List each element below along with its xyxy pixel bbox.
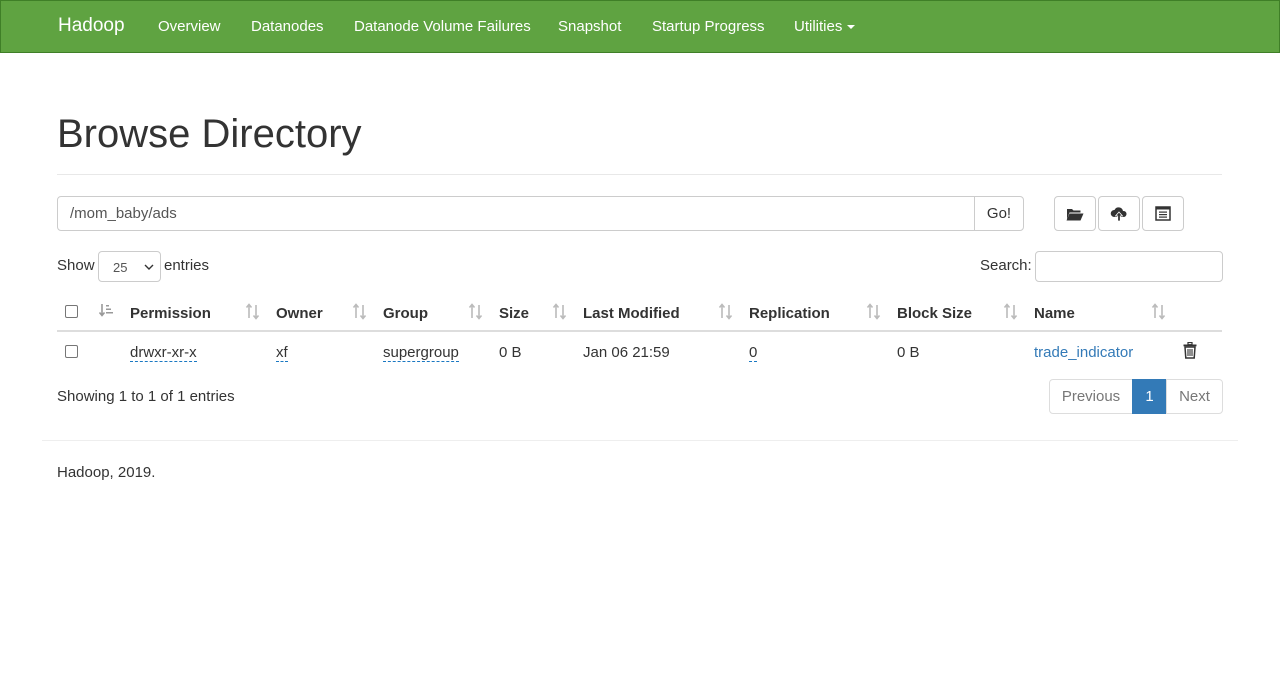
list-alt-icon: [1155, 206, 1171, 221]
sort-both-icon[interactable]: [718, 303, 734, 320]
sort-both-icon[interactable]: [552, 303, 568, 320]
column-header-block-size[interactable]: Block Size: [897, 305, 972, 322]
show-label: Show: [57, 257, 95, 274]
nav-startup-progress[interactable]: Startup Progress: [652, 18, 765, 35]
cut-paste-button[interactable]: [1142, 196, 1184, 231]
directory-path-input[interactable]: /mom_baby/ads: [57, 196, 975, 231]
footer-text: Hadoop, 2019.: [57, 464, 156, 481]
sort-both-icon[interactable]: [245, 303, 261, 320]
column-header-owner[interactable]: Owner: [276, 305, 323, 322]
brand-link[interactable]: Hadoop: [58, 15, 125, 37]
cell-replication[interactable]: 0: [749, 344, 758, 362]
cell-block-size: 0 B: [897, 344, 920, 361]
cloud-upload-icon: [1110, 206, 1127, 221]
cell-name-link[interactable]: trade_indicator: [1034, 344, 1133, 361]
sort-both-icon[interactable]: [1003, 303, 1019, 320]
nav-snapshot[interactable]: Snapshot: [558, 18, 621, 35]
caret-down-icon: [847, 25, 856, 30]
nav-datanodes[interactable]: Datanodes: [251, 18, 324, 35]
column-header-size[interactable]: Size: [499, 305, 529, 322]
row-checkbox[interactable]: [65, 345, 78, 358]
folder-open-icon: [1066, 208, 1084, 220]
select-all-checkbox[interactable]: [65, 305, 78, 318]
top-navbar: Hadoop Overview Datanodes Datanode Volum…: [0, 0, 1280, 53]
column-header-group[interactable]: Group: [383, 305, 428, 322]
nav-utilities-dropdown[interactable]: Utilities: [794, 18, 856, 35]
pagination-next[interactable]: Next: [1166, 379, 1223, 414]
column-header-last-modified[interactable]: Last Modified: [583, 305, 680, 322]
page-title: Browse Directory: [57, 112, 362, 156]
nav-overview[interactable]: Overview: [158, 18, 221, 35]
trash-icon[interactable]: [1183, 342, 1197, 359]
search-input[interactable]: [1035, 251, 1223, 282]
footer-divider: [42, 440, 1238, 441]
table-info: Showing 1 to 1 of 1 entries: [57, 388, 235, 405]
nav-datanode-volume-failures[interactable]: Datanode Volume Failures: [354, 18, 531, 35]
page-length-select[interactable]: 25: [98, 251, 161, 282]
cell-last-modified: Jan 06 21:59: [583, 344, 670, 361]
pagination-page-1[interactable]: 1: [1132, 379, 1167, 414]
sort-both-icon[interactable]: [468, 303, 484, 320]
cell-size: 0 B: [499, 344, 522, 361]
chevron-down-icon: [144, 264, 154, 270]
pagination-previous[interactable]: Previous: [1049, 379, 1133, 414]
cell-owner[interactable]: xf: [276, 344, 288, 362]
sort-both-icon[interactable]: [352, 303, 368, 320]
page-length-value: 25: [113, 260, 128, 275]
table-header-divider: [57, 330, 1222, 332]
create-directory-button[interactable]: [1054, 196, 1096, 231]
column-header-permission[interactable]: Permission: [130, 305, 211, 322]
sort-both-icon[interactable]: [866, 303, 882, 320]
title-divider: [57, 174, 1222, 175]
sort-ascending-icon[interactable]: [99, 303, 115, 319]
search-label: Search:: [980, 257, 1032, 274]
cell-group[interactable]: supergroup: [383, 344, 459, 362]
nav-utilities-label: Utilities: [794, 18, 843, 35]
upload-files-button[interactable]: [1098, 196, 1140, 231]
cell-permission[interactable]: drwxr-xr-x: [130, 344, 197, 362]
entries-label: entries: [164, 257, 210, 274]
sort-both-icon[interactable]: [1151, 303, 1167, 320]
go-button[interactable]: Go!: [974, 196, 1024, 231]
column-header-name[interactable]: Name: [1034, 305, 1075, 322]
column-header-replication[interactable]: Replication: [749, 305, 830, 322]
